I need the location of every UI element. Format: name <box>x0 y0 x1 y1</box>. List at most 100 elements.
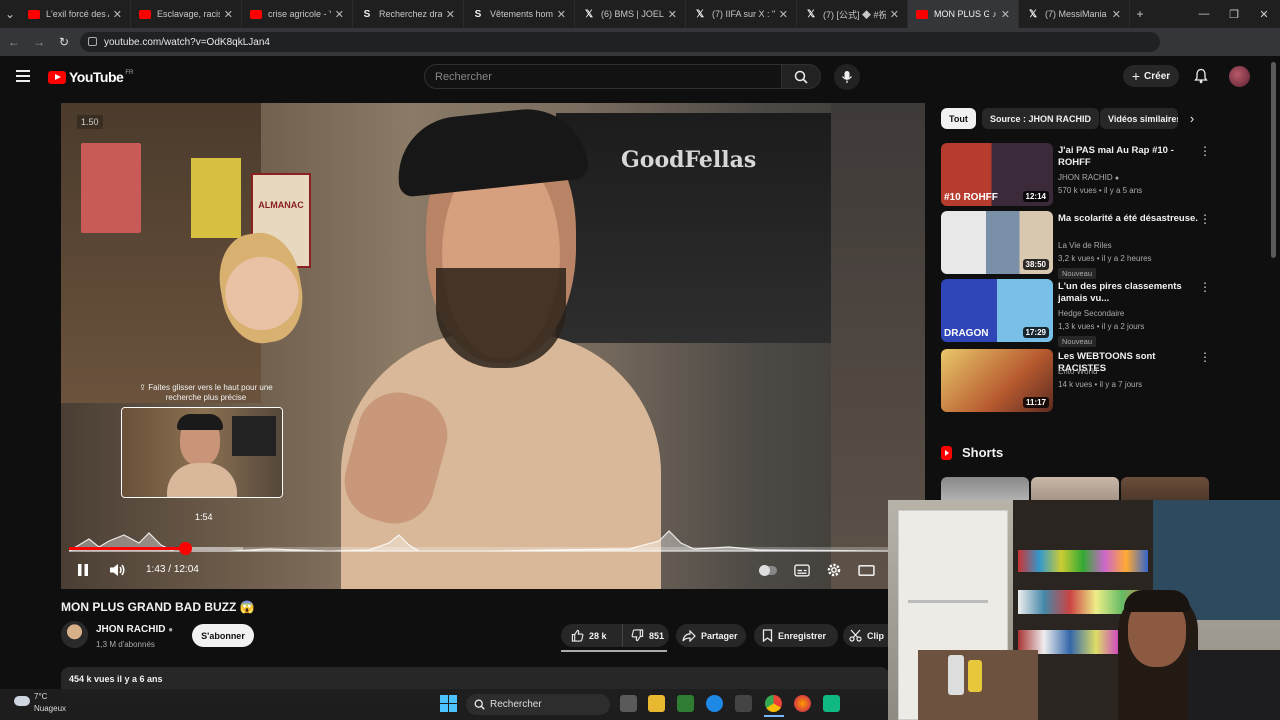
search-button[interactable] <box>781 64 821 89</box>
verified-icon: ● <box>1114 175 1120 182</box>
site-info-icon[interactable] <box>88 37 97 46</box>
close-tab-icon[interactable]: ✕ <box>1112 8 1121 21</box>
account-avatar[interactable] <box>1229 66 1250 87</box>
new-tab-button[interactable]: + <box>1130 0 1150 28</box>
recommended-title[interactable]: L'un des pires classements jamais vu... <box>1058 281 1198 305</box>
browser-tab[interactable]: 𝕏 (7) [公式] ◆ #祝 ✕ <box>797 0 908 28</box>
reload-icon[interactable]: ↻ <box>53 31 75 53</box>
browser-tab[interactable]: Esclavage, racism ✕ <box>131 0 242 28</box>
save-button[interactable]: Enregistrer <box>754 624 838 647</box>
subscribe-button[interactable]: S'abonner <box>192 624 254 647</box>
chrome-icon[interactable] <box>765 695 782 712</box>
close-tab-icon[interactable]: ✕ <box>335 8 344 21</box>
browser-tab[interactable]: L'exil forcé des Al ✕ <box>20 0 131 28</box>
tab-search-icon[interactable]: ⌄ <box>0 0 20 28</box>
task-view-icon[interactable] <box>620 695 637 712</box>
recommended-channel[interactable]: La Vie de Riles <box>1058 241 1112 250</box>
edge-icon[interactable] <box>706 695 723 712</box>
forward-icon[interactable]: → <box>28 31 50 53</box>
close-tab-icon[interactable]: ✕ <box>557 8 566 21</box>
close-window-icon[interactable]: ✕ <box>1248 0 1280 28</box>
channel-name[interactable]: JHON RACHID ● <box>96 624 173 635</box>
shorts-header: Shorts <box>941 445 1003 460</box>
browser-tab[interactable]: crise agricole - Yo ✕ <box>242 0 353 28</box>
like-count: 28 k <box>589 630 607 641</box>
taskbar-search[interactable]: Rechercher <box>466 694 610 715</box>
like-button[interactable]: 28 k <box>561 624 623 647</box>
recommended-video[interactable]: DRAGON 17:29 L'un des pires classements ja… <box>941 279 1211 347</box>
tab-title: Recherchez drago <box>379 9 442 19</box>
browser-tab[interactable]: 𝕏 (7) MessiMania su ✕ <box>1019 0 1130 28</box>
close-tab-icon[interactable]: ✕ <box>224 8 233 21</box>
recommended-title[interactable]: Ma scolarité a été désastreuse. <box>1058 213 1198 225</box>
windows-start-icon[interactable] <box>440 695 457 712</box>
volume-icon[interactable] <box>108 562 126 578</box>
app-icon[interactable] <box>823 695 840 712</box>
video-player[interactable]: ALMANAC GoodFellas 1.50 ⇪ Faites glisser… <box>61 103 925 589</box>
chip-all[interactable]: Tout <box>941 108 976 129</box>
restore-icon[interactable]: ❐ <box>1218 0 1250 28</box>
video-thumbnail[interactable]: 38:50 <box>941 211 1053 274</box>
menu-icon[interactable] <box>16 70 30 82</box>
search-input[interactable]: Rechercher <box>424 64 782 89</box>
save-label: Enregistrer <box>778 630 827 641</box>
close-tab-icon[interactable]: ✕ <box>890 8 899 21</box>
recommended-channel[interactable]: Erito World <box>1058 367 1097 376</box>
file-explorer-icon[interactable] <box>648 695 665 712</box>
close-tab-icon[interactable]: ✕ <box>113 8 122 21</box>
voice-search-button[interactable] <box>834 64 860 90</box>
recommended-meta: 14 k vues • il y a 7 jours <box>1058 380 1143 389</box>
close-tab-icon[interactable]: ✕ <box>779 8 788 21</box>
dislike-button[interactable]: 851 <box>623 624 664 647</box>
store-icon[interactable] <box>735 695 752 712</box>
create-button[interactable]: + Créer <box>1123 65 1179 87</box>
close-tab-icon[interactable]: ✕ <box>446 8 455 21</box>
seek-bar[interactable] <box>69 542 889 555</box>
browser-tab[interactable]: S Vêtements homm ✕ <box>464 0 575 28</box>
app-icon[interactable] <box>677 695 694 712</box>
recommended-title[interactable]: J'ai PAS mal Au Rap #10 - ROHFF <box>1058 145 1198 169</box>
back-icon[interactable]: ← <box>3 31 25 53</box>
address-bar[interactable]: youtube.com/watch?v=OdK8qkLJan4 <box>80 32 1160 52</box>
channel-avatar[interactable] <box>61 621 88 648</box>
browser-tab[interactable]: MON PLUS GR♪ ✕ <box>908 0 1019 28</box>
new-badge: Nouveau <box>1058 336 1097 347</box>
close-tab-icon[interactable]: ✕ <box>668 8 677 21</box>
more-options-icon[interactable]: ⋮ <box>1199 281 1211 295</box>
browser-tab[interactable]: S Recherchez drago ✕ <box>353 0 464 28</box>
close-tab-icon[interactable]: ✕ <box>1001 8 1010 21</box>
x-favicon-icon: 𝕏 <box>806 8 816 20</box>
video-thumbnail[interactable]: 11:17 <box>941 349 1053 412</box>
page-scrollbar[interactable] <box>1271 62 1276 258</box>
subtitles-icon[interactable] <box>793 561 811 579</box>
recommended-video[interactable]: 38:50 Ma scolarité a été désastreuse. La V… <box>941 211 1211 279</box>
clip-button[interactable]: Clip <box>843 624 889 647</box>
more-options-icon[interactable]: ⋮ <box>1199 145 1211 159</box>
browser-tab[interactable]: 𝕏 (7) IIFA sur X : "Sh ✕ <box>686 0 797 28</box>
video-thumbnail[interactable]: #10 ROHFF 12:14 <box>941 143 1053 206</box>
more-options-icon[interactable]: ⋮ <box>1199 351 1211 365</box>
chevron-right-icon[interactable]: › <box>1180 108 1204 129</box>
video-thumbnail[interactable]: DRAGON 17:29 <box>941 279 1053 342</box>
theater-mode-icon[interactable] <box>857 561 875 579</box>
pause-icon[interactable] <box>75 562 91 578</box>
chip-source[interactable]: Source : JHON RACHID <box>982 108 1100 129</box>
more-options-icon[interactable]: ⋮ <box>1199 213 1211 227</box>
youtube-logo[interactable]: YouTube FR <box>48 69 133 85</box>
browser-tab[interactable]: 𝕏 (6) BMS | JOEL TH ✕ <box>575 0 686 28</box>
chip-similar[interactable]: Vidéos similaires <box>1100 108 1178 129</box>
audio-playing-icon[interactable]: ♪ <box>992 9 997 19</box>
recommended-channel[interactable]: Hedge Secondaire <box>1058 309 1124 318</box>
share-button[interactable]: Partager <box>676 624 746 647</box>
autoplay-toggle[interactable] <box>759 561 777 579</box>
notifications-bell-icon[interactable] <box>1193 68 1209 84</box>
x-favicon-icon: 𝕏 <box>1028 8 1038 20</box>
firefox-icon[interactable] <box>794 695 811 712</box>
recommended-video[interactable]: 11:17 Les WEBTOONS sont RACISTES Erito Wor… <box>941 349 1211 413</box>
settings-gear-icon[interactable] <box>825 561 843 579</box>
recommended-video[interactable]: #10 ROHFF 12:14 J'ai PAS mal Au Rap #10 - … <box>941 143 1211 207</box>
new-badge: Nouveau <box>1058 268 1097 279</box>
weather-widget[interactable]: 7°C Nuageux <box>12 692 72 717</box>
minimize-icon[interactable]: — <box>1188 0 1220 28</box>
recommended-channel[interactable]: JHON RACHID ● <box>1058 173 1119 182</box>
